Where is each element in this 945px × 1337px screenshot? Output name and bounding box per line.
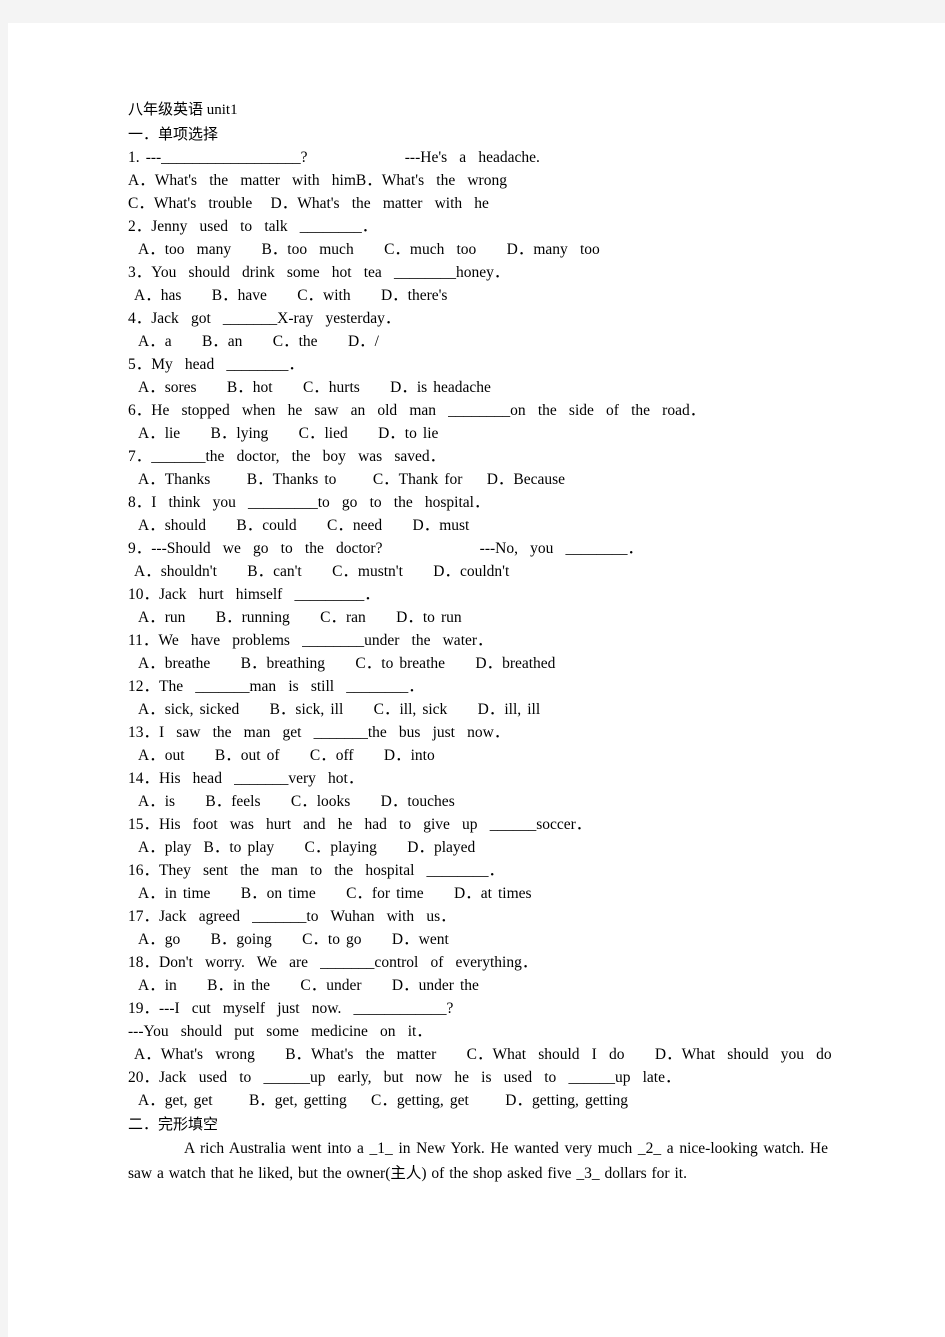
question-stem-20: 20．Jack used to ______up early, but now … <box>128 1069 681 1086</box>
question-stem-16: 16．They sent the man to the hospital ___… <box>128 862 505 879</box>
question-stem-14: 14．His head _______very hot． <box>128 770 364 787</box>
question-stem-12: 12．The _______man is still ________． <box>128 678 424 695</box>
question-stem-10: 10．Jack hurt himself _________． <box>128 586 380 603</box>
section-heading-two: 二．完形填空 <box>128 1115 219 1133</box>
question-options-15: A．play B．to play C．playing D．played <box>138 839 476 856</box>
question-stem-6: 6．He stopped when he saw an old man ____… <box>128 402 706 419</box>
cloze-text-part2: ) of the shop asked five _3_ dollars for… <box>421 1165 687 1182</box>
question-options-20: A．get, get B．get, getting C．getting, get… <box>138 1092 629 1109</box>
question-stem-18: 18．Don't worry. We are _______control of… <box>128 954 538 971</box>
question-continuation-19: ---You should put some medicine on it． <box>128 1023 432 1040</box>
question-options-1a: A．What's the matter with himB．What's the… <box>128 172 507 189</box>
question-stem-1: 1. ---__________________? ---He's a head… <box>128 149 540 166</box>
question-options-9: A．shouldn't B．can't C．mustn't D．couldn't <box>134 563 510 580</box>
question-options-16: A．in time B．on time C．for time D．at time… <box>138 885 532 902</box>
question-stem-7: 7．_______the doctor, the boy was saved． <box>128 448 446 465</box>
question-options-7: A．Thanks B．Thanks to C．Thank for D．Becau… <box>138 471 566 488</box>
question-options-13: A．out B．out of C．off D．into <box>138 747 435 764</box>
question-stem-13: 13．I saw the man get _______the bus just… <box>128 724 510 741</box>
question-options-5: A．sores B．hot C．hurts D．is headache <box>138 379 491 396</box>
question-stem-19: 19．---I cut myself just now. ___________… <box>128 1000 454 1017</box>
question-stem-17: 17．Jack agreed _______to Wuhan with us． <box>128 908 456 925</box>
question-stem-15: 15．His foot was hurt and he had to give … <box>128 816 592 833</box>
document-content: 八年级英语 unit1 一．单项选择 1. ---_______________… <box>128 98 832 1186</box>
question-options-19: A．What's wrong B．What's the matter C．Wha… <box>134 1046 832 1063</box>
question-options-1b: C．What's trouble D．What's the matter wit… <box>128 195 489 212</box>
question-options-12: A．sick, sicked B．sick, ill C．ill, sick D… <box>138 701 541 718</box>
question-options-4: A．a B．an C．the D．/ <box>138 333 379 350</box>
question-stem-2: 2．Jenny used to talk ________． <box>128 218 378 235</box>
document-page: 八年级英语 unit1 一．单项选择 1. ---_______________… <box>8 23 945 1337</box>
question-options-6: A．lie B．lying C．lied D．to lie <box>138 425 439 442</box>
question-options-10: A．run B．running C．ran D．to run <box>138 609 462 626</box>
question-stem-11: 11．We have problems ________under the wa… <box>128 632 493 649</box>
page-title-en: unit1 <box>203 102 238 118</box>
question-options-3: A．has B．have C．with D．there's <box>134 287 448 304</box>
question-stem-8: 8．I think you _________to go to the hosp… <box>128 494 490 511</box>
question-options-11: A．breathe B．breathing C．to breathe D．bre… <box>138 655 556 672</box>
question-stem-4: 4．Jack got _______X-ray yesterday． <box>128 310 401 327</box>
cloze-passage: A rich Australia went into a _1_ in New … <box>128 1137 828 1186</box>
question-options-17: A．go B．going C．to go D．went <box>138 931 449 948</box>
question-options-2: A．too many B．too much C．much too D．many … <box>138 241 600 258</box>
page-title: 八年级英语 unit1 <box>128 98 832 122</box>
question-stem-3: 3．You should drink some hot tea ________… <box>128 264 510 281</box>
question-options-14: A．is B．feels C．looks D．touches <box>138 793 455 810</box>
question-options-18: A．in B．in the C．under D．under the <box>138 977 479 994</box>
cloze-text-cn-gloss: 主人 <box>390 1164 422 1182</box>
question-options-8: A．should B．could C．need D．must <box>138 517 470 534</box>
question-stem-9: 9．---Should we go to the doctor? ---No, … <box>128 540 644 557</box>
question-stem-5: 5．My head ________． <box>128 356 304 373</box>
section-heading-one: 一．单项选择 <box>128 125 219 143</box>
page-title-cn: 八年级英语 <box>128 100 204 118</box>
